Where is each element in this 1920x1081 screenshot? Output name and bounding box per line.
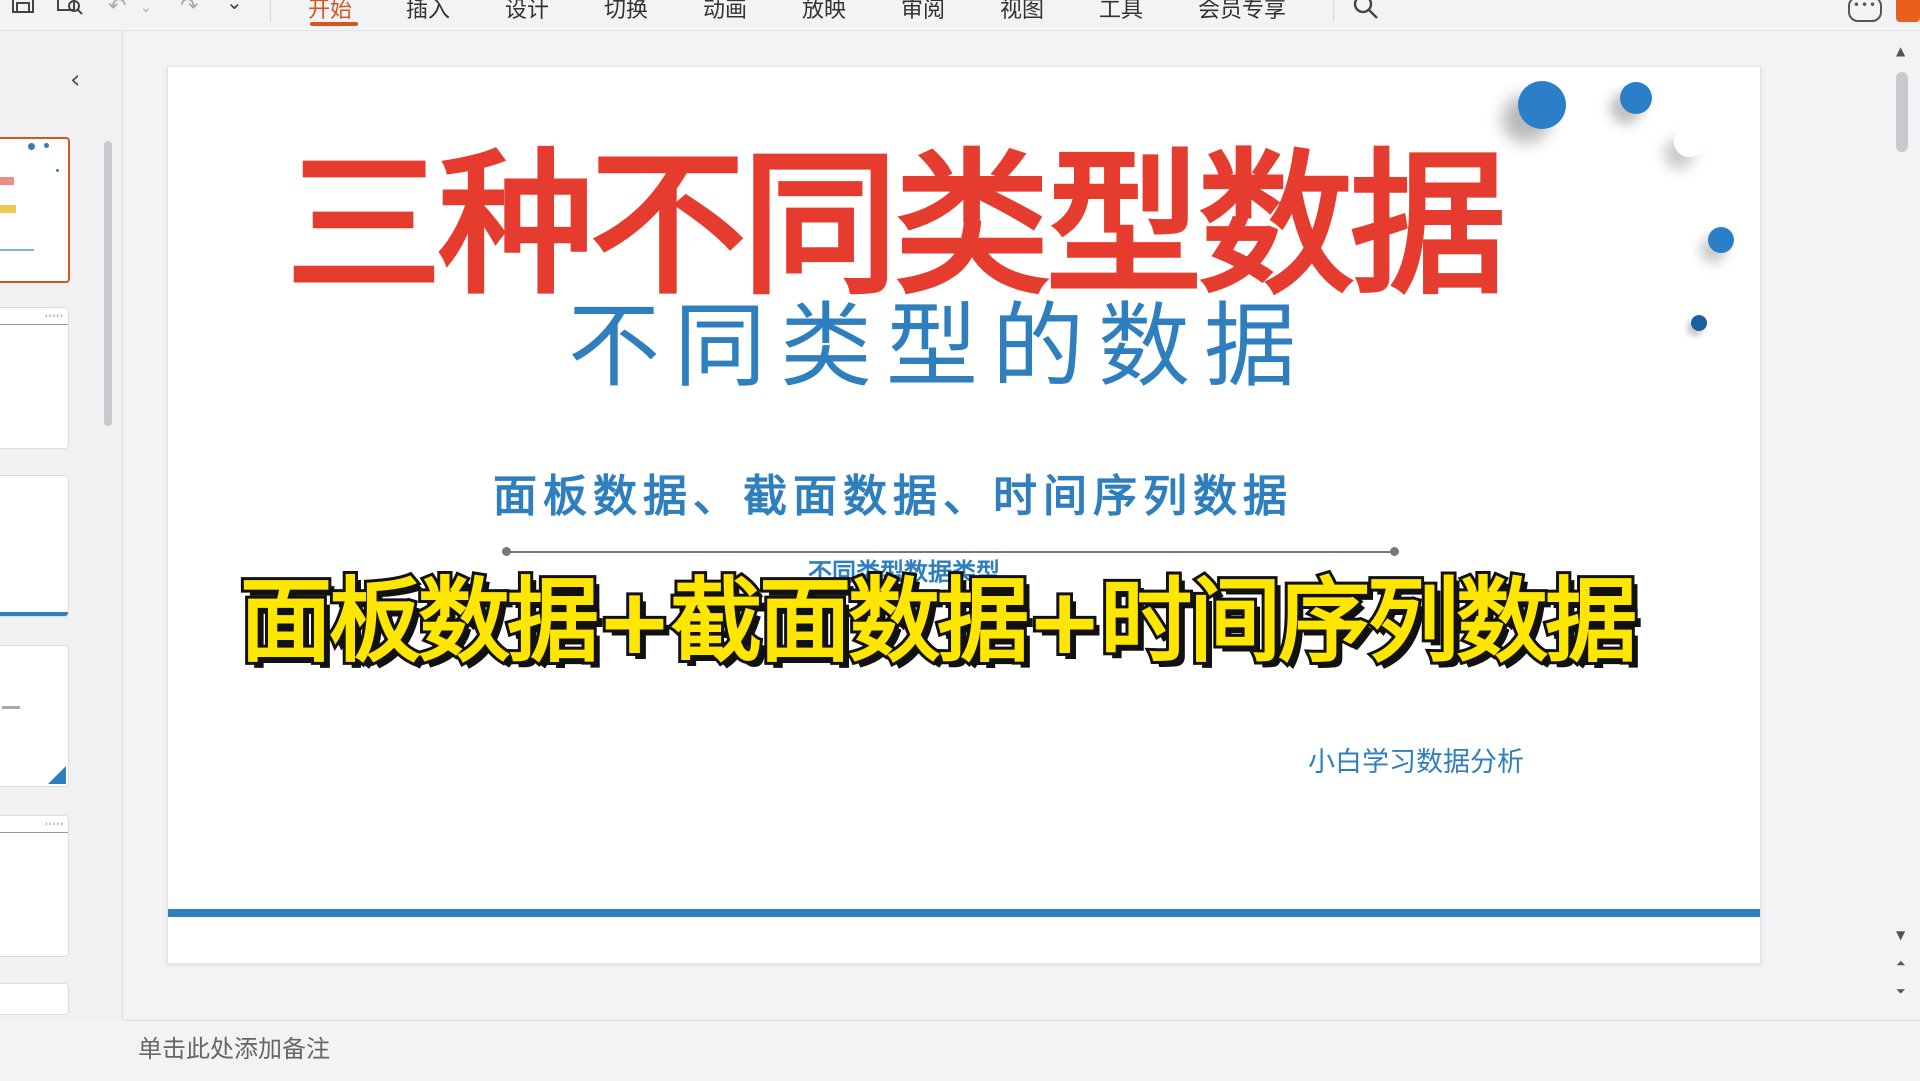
toolbar-separator <box>1333 0 1334 22</box>
save-icon[interactable] <box>10 0 36 24</box>
slide-title-blue[interactable]: 不同类型的数据 <box>568 287 1468 407</box>
customize-dropdown-icon[interactable]: ⌄ <box>226 0 243 14</box>
slide-thumbnail-2[interactable]: ››››› <box>0 307 69 449</box>
decorative-bubble <box>1691 315 1707 331</box>
slide-thumbnail-6[interactable] <box>0 983 69 1015</box>
notes-pane[interactable]: 单击此处添加备注 <box>124 1020 1920 1081</box>
toolbar-separator <box>270 0 271 22</box>
slide-banner-yellow[interactable]: 面板数据+截面数据+时间序列数据 <box>237 565 1700 678</box>
tab-view[interactable]: 视图 <box>1000 0 1044 24</box>
tab-home[interactable]: 开始 <box>308 0 352 24</box>
tab-insert[interactable]: 插入 <box>406 0 450 24</box>
slide-subtitle[interactable]: 面板数据、截面数据、时间序列数据 <box>493 467 1493 527</box>
slide-thumbnail-1[interactable] <box>0 137 70 283</box>
undo-dropdown-icon[interactable]: ⌄ <box>140 0 152 16</box>
tab-member[interactable]: 会员专享 <box>1198 0 1286 24</box>
decorative-bubble <box>1518 81 1566 129</box>
tab-design[interactable]: 设计 <box>505 0 549 24</box>
scroll-down-icon[interactable]: ▼ <box>1896 928 1905 942</box>
account-badge-icon[interactable] <box>1896 0 1920 22</box>
slide-thumbnail-3[interactable] <box>0 475 69 617</box>
scroll-up-icon[interactable]: ▲ <box>1896 44 1905 58</box>
ribbon-tab-bar: ↶ ⌄ ↷ ⌄ 开始 插入 设计 切换 动画 放映 审阅 视图 工具 会员专享 … <box>0 0 1920 31</box>
decorative-bubble <box>1674 127 1704 157</box>
slide-title-red[interactable]: 三种不同类型数据 <box>286 145 1586 305</box>
previous-slide-icon[interactable]: ⏶ <box>1896 956 1906 971</box>
vertical-scrollbar-thumb[interactable] <box>1896 72 1908 152</box>
active-tab-indicator <box>310 22 358 26</box>
print-preview-icon[interactable] <box>56 0 84 24</box>
notes-placeholder[interactable]: 单击此处添加备注 <box>138 1029 330 1064</box>
search-icon[interactable] <box>1352 0 1380 26</box>
slide-thumbnail-4[interactable] <box>0 645 69 787</box>
divider-endpoint <box>1390 547 1399 556</box>
slide-divider <box>506 551 1394 553</box>
undo-icon[interactable]: ↶ <box>108 0 126 19</box>
slide-thumbnail-5[interactable]: ››››› <box>0 815 69 957</box>
tab-animations[interactable]: 动画 <box>703 0 747 24</box>
next-slide-icon[interactable]: ⏷ <box>1896 984 1906 999</box>
tab-review[interactable]: 审阅 <box>901 0 945 24</box>
tab-slideshow[interactable]: 放映 <box>802 0 846 24</box>
slide-author[interactable]: 小白学习数据分析 <box>1308 743 1548 783</box>
thumbnail-scrollbar[interactable] <box>104 141 112 426</box>
tab-transitions[interactable]: 切换 <box>604 0 648 24</box>
slide-canvas[interactable]: 三种不同类型数据 不同类型的数据 面板数据、截面数据、时间序列数据 不同类型数据… <box>167 66 1761 964</box>
decorative-bubble <box>1620 82 1652 114</box>
slide-thumbnail-pane: ‹ ››››› ››››› <box>0 31 123 1021</box>
redo-icon[interactable]: ↷ <box>180 0 198 19</box>
chat-icon[interactable]: ••• <box>1848 0 1882 22</box>
collapse-pane-icon[interactable]: ‹ <box>70 65 80 95</box>
decorative-bubble <box>1708 227 1734 253</box>
tab-tools[interactable]: 工具 <box>1099 0 1143 24</box>
slide-bottom-bar <box>168 909 1760 917</box>
